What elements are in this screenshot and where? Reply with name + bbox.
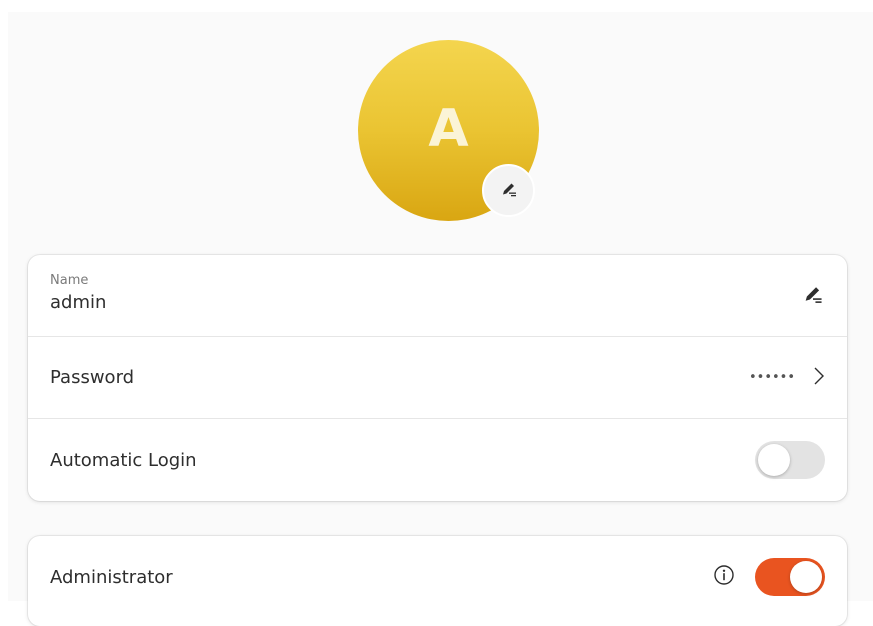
account-card: Name admin Password •••••• Automatic Log… <box>28 255 847 501</box>
info-icon <box>713 564 735 590</box>
pencil-icon <box>500 180 518 202</box>
administrator-info-button[interactable] <box>711 564 737 590</box>
automatic-login-row: Automatic Login <box>28 419 847 501</box>
administrator-label: Administrator <box>50 566 173 588</box>
name-label: Name <box>50 272 89 288</box>
toggle-knob <box>790 561 822 593</box>
automatic-login-toggle[interactable] <box>755 441 825 479</box>
user-account-page: A Name admin Password •••••• Automatic L… <box>8 12 873 626</box>
chevron-right-icon <box>813 366 825 390</box>
toggle-knob <box>758 444 790 476</box>
automatic-login-label: Automatic Login <box>50 449 197 471</box>
password-row[interactable]: Password •••••• <box>28 337 847 419</box>
avatar-initial: A <box>428 98 469 159</box>
administrator-card: Administrator <box>28 536 847 626</box>
name-row: Name admin <box>28 255 847 337</box>
administrator-row: Administrator <box>28 536 847 618</box>
password-label: Password <box>50 367 135 388</box>
name-edit-button[interactable] <box>801 284 825 308</box>
password-dots: •••••• <box>748 370 795 385</box>
avatar-edit-button[interactable] <box>482 164 535 217</box>
administrator-toggle[interactable] <box>755 558 825 596</box>
name-value: admin <box>50 291 107 313</box>
pencil-icon <box>802 283 824 309</box>
avatar-container: A <box>358 40 539 221</box>
